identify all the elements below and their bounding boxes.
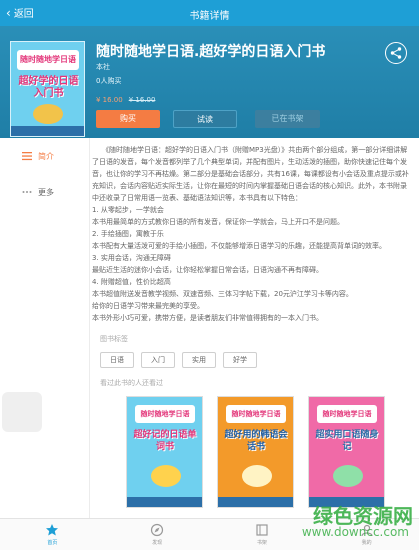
- book-introduction: 《随时随地学日语：超好学的日语入门书（附赠MP3光盘）》共由两个部分组成，第一部…: [92, 144, 417, 324]
- similar-section-title: 看过此书的人还看过: [100, 379, 163, 387]
- similar-book-2[interactable]: 随时随地学日语 超好用的韩语会话书: [217, 396, 294, 508]
- share-icon: [390, 47, 402, 59]
- buyer-count: 0人购买: [96, 77, 122, 85]
- detail-sidebar: 简介 更多: [0, 138, 90, 518]
- tab-label: 发现: [152, 540, 163, 546]
- tab-label: 书架: [256, 540, 267, 546]
- similar-book-title: 超好用的韩语会话书: [224, 430, 288, 452]
- sidebar-item-more[interactable]: 更多: [0, 174, 89, 210]
- intro-paragraph: 本书用最简单的方式教你日语的所有发音，保证你一学就会，马上开口不是问题。: [92, 218, 344, 226]
- tag-practical[interactable]: 实用: [182, 352, 216, 368]
- similar-book-series: 随时随地学日语: [317, 405, 377, 423]
- tags-section-title: 图书标签: [100, 335, 128, 343]
- intro-paragraph: 给你的日语学习带来最完美的享受。: [92, 302, 204, 310]
- list-icon: [22, 152, 32, 161]
- intro-paragraph: 最贴近生活的迷你小会话，让你轻松掌握日常会话，日语沟通不再有障碍。: [92, 266, 323, 274]
- similar-book-1[interactable]: 随时随地学日语 超好记的日语单词书: [126, 396, 203, 508]
- tab-bookshelf[interactable]: 书架: [210, 519, 315, 550]
- sidebar-item-intro[interactable]: 简介: [0, 138, 89, 174]
- similar-book-illustration: [151, 465, 181, 487]
- star-icon: [46, 524, 59, 536]
- top-navigation-bar: ‹ 返回 书籍详情: [0, 0, 419, 26]
- intro-paragraph: 本书外形小巧可爱，携带方便，是读者朋友们非常值得拥有的一本入门书。: [92, 314, 323, 322]
- tag-japanese[interactable]: 日语: [100, 352, 134, 368]
- sidebar-item-label: 简介: [38, 151, 54, 161]
- shelf-icon: [256, 524, 268, 536]
- similar-book-3[interactable]: 随时随地学日语 超实用口语随身记: [308, 396, 385, 508]
- similar-book-footer: [127, 497, 202, 507]
- tag-easy[interactable]: 好学: [223, 352, 257, 368]
- detail-content: 《随时随地学日语：超好学的日语入门书（附赠MP3光盘）》共由两个部分组成，第一部…: [92, 144, 417, 518]
- book-publisher: 本社: [96, 63, 110, 71]
- similar-book-title: 超实用口语随身记: [315, 430, 379, 452]
- intro-paragraph: 本书超值附送发音教学视频、双速音频、三体习字帖下载，20元沪江学习卡等内容。: [92, 290, 353, 298]
- similar-book-illustration: [333, 465, 363, 487]
- sidebar-item-label: 更多: [38, 187, 54, 197]
- trial-read-button[interactable]: 试读: [173, 110, 237, 128]
- intro-paragraph: 4. 附赠超值，性价比超高: [92, 278, 171, 286]
- intro-paragraph: 1. 从零起步，一学就会: [92, 206, 164, 214]
- tag-list: 日语 入门 实用 好学: [100, 352, 417, 368]
- similar-book-footer: [218, 497, 293, 507]
- tab-home[interactable]: 首页: [0, 519, 105, 550]
- tab-label: 我的: [361, 540, 372, 546]
- similar-book-illustration: [242, 465, 272, 487]
- book-title: 随时随地学日语.超好学的日语入门书: [96, 44, 326, 60]
- similar-book-title: 超好记的日语单词书: [133, 430, 197, 452]
- cover-footer: [11, 126, 84, 136]
- cover-title: 超好学的日语入门书: [18, 76, 79, 99]
- book-cover: 随时随地学日语 超好学的日语入门书: [10, 41, 85, 137]
- compass-icon: [151, 523, 164, 537]
- intro-paragraph: 《随时随地学日语：超好学的日语入门书（附赠MP3光盘）》共由两个部分组成，第一部…: [92, 146, 409, 202]
- book-header: 随时随地学日语 超好学的日语入门书 随时随地学日语.超好学的日语入门书 本社 0…: [0, 26, 419, 138]
- tab-discover[interactable]: 发现: [105, 519, 210, 550]
- cover-illustration: [33, 104, 63, 124]
- intro-paragraph: 2. 手绘插图，寓教于乐: [92, 230, 164, 238]
- on-shelf-button[interactable]: 已在书架: [255, 110, 320, 128]
- more-dots-icon: [22, 191, 32, 193]
- similar-book-series: 随时随地学日语: [226, 405, 286, 423]
- buy-button[interactable]: 购买: [96, 110, 160, 128]
- tag-beginner[interactable]: 入门: [141, 352, 175, 368]
- tab-label: 首页: [47, 540, 58, 546]
- scroll-handle[interactable]: [2, 392, 42, 432]
- current-price: ¥ 16.00: [96, 96, 123, 104]
- original-price: ¥ 16.00: [128, 96, 156, 104]
- page-title: 书籍详情: [189, 11, 230, 22]
- similar-books: 随时随地学日语 超好记的日语单词书 随时随地学日语 超好用的韩语会话书 随时随地…: [126, 396, 417, 508]
- watermark-url: www.downcc.com: [301, 525, 409, 539]
- share-button[interactable]: [385, 42, 407, 64]
- similar-book-series: 随时随地学日语: [135, 405, 195, 423]
- intro-paragraph: 本书配有大量活泼可爱的手绘小插图，不仅能够增添日语学习的乐趣，还能提高背单词的效…: [92, 242, 386, 250]
- book-price: ¥ 16.00 ¥ 16.00: [96, 96, 155, 104]
- cover-series: 随时随地学日语: [17, 50, 79, 70]
- intro-paragraph: 3. 实用会话，沟通无障碍: [92, 254, 171, 262]
